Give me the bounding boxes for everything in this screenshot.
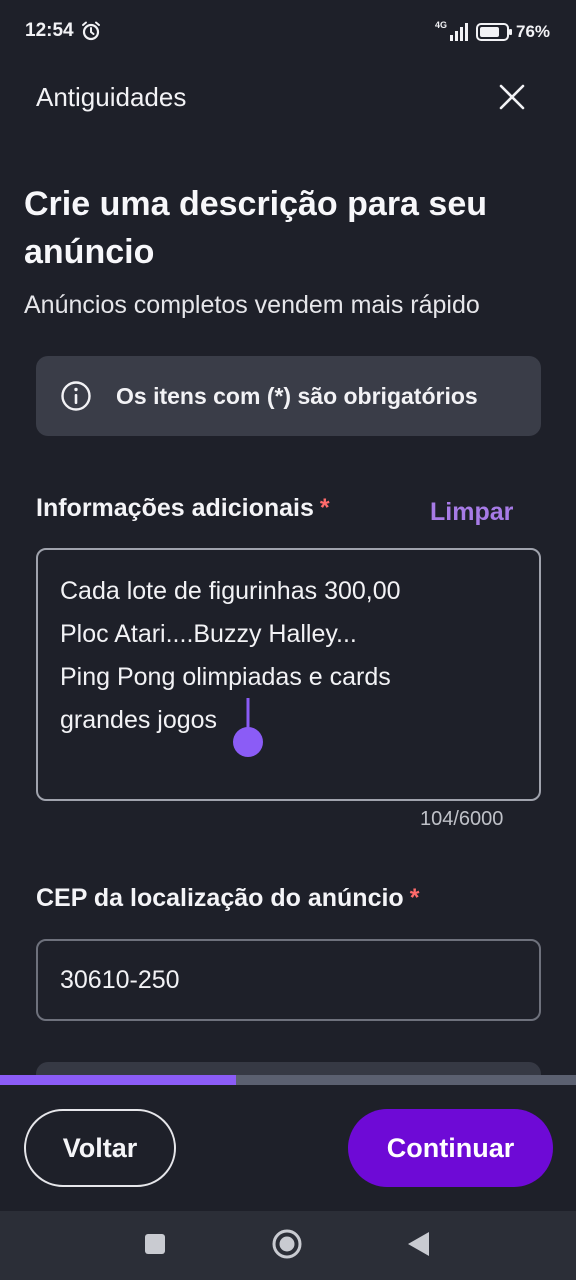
system-nav-bar bbox=[0, 1211, 576, 1280]
page-subtitle: Anúncios completos vendem mais rápido bbox=[24, 291, 480, 319]
additional-info-label: Informações adicionais * bbox=[36, 494, 330, 523]
bottom-action-bar: Voltar Continuar bbox=[0, 1085, 576, 1211]
network-type: 4G bbox=[435, 20, 447, 30]
progress-bar bbox=[0, 1075, 576, 1085]
close-icon bbox=[499, 84, 525, 110]
alarm-icon bbox=[82, 21, 100, 41]
info-banner: Os itens com (*) são obrigatórios bbox=[36, 356, 541, 436]
back-nav-icon[interactable] bbox=[405, 1230, 431, 1258]
battery-level: 76% bbox=[516, 22, 551, 41]
page-title: Crie uma descrição para seu anúncio bbox=[24, 185, 488, 271]
required-mark: * bbox=[409, 884, 420, 912]
recents-icon[interactable] bbox=[145, 1234, 165, 1254]
screen: 12:54 4G 76% Antiguidades Crie uma descr… bbox=[0, 0, 576, 1280]
cep-label: CEP da localização do anúncio * bbox=[36, 884, 419, 913]
progress-fill bbox=[0, 1075, 237, 1085]
header-title: Antiguidades bbox=[36, 82, 187, 112]
clear-button[interactable]: Limpar bbox=[430, 498, 513, 527]
character-counter: 104/6000 bbox=[420, 808, 504, 830]
info-icon bbox=[61, 381, 91, 411]
info-text: Os itens com (*) são obrigatórios bbox=[116, 382, 478, 409]
close-button[interactable] bbox=[492, 77, 532, 117]
continue-button[interactable]: Continuar bbox=[348, 1109, 553, 1187]
textarea-line: Cada lote de figurinhas 300,00 bbox=[60, 577, 401, 605]
cep-input[interactable]: 30610-250 bbox=[36, 939, 541, 1021]
signal-icon: 4G bbox=[435, 20, 468, 41]
home-icon[interactable] bbox=[271, 1228, 303, 1260]
additional-info-textarea[interactable]: Cada lote de figurinhas 300,00 Ploc Atar… bbox=[36, 548, 541, 801]
status-time: 12:54 bbox=[25, 20, 74, 41]
textarea-line: grandes jogos bbox=[60, 706, 218, 734]
status-bar: 12:54 4G 76% bbox=[0, 0, 576, 64]
additional-info-label-text: Informações adicionais bbox=[36, 494, 314, 522]
text-cursor-handle[interactable] bbox=[232, 698, 264, 758]
battery-icon bbox=[476, 23, 512, 41]
cep-label-text: CEP da localização do anúncio bbox=[36, 884, 404, 912]
required-mark: * bbox=[319, 494, 330, 522]
textarea-line: Ploc Atari....Buzzy Halley... bbox=[60, 620, 357, 648]
textarea-line: Ping Pong olimpiadas e cards bbox=[60, 663, 391, 691]
back-button[interactable]: Voltar bbox=[24, 1109, 176, 1187]
